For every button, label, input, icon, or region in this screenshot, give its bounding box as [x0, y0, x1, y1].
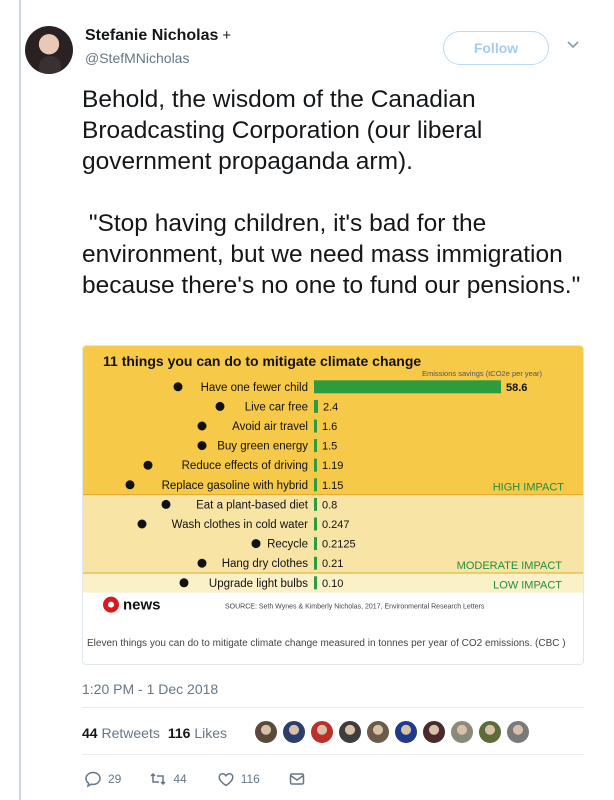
liker-avatar[interactable] [506, 720, 530, 744]
bar [314, 576, 317, 590]
data-label: 0.8 [322, 499, 337, 511]
brand-label: news [123, 597, 161, 614]
category-label: Replace gasoline with hybrid [162, 480, 308, 492]
chart-title: 11 things you can do to mitigate climate… [103, 353, 421, 369]
engagement-stats: 44 Retweets 116 Likes [82, 725, 227, 741]
chart-subtitle: Emissions savings (tCO2e per year) [422, 369, 543, 378]
category-label: Live car free [245, 401, 308, 413]
bar [314, 517, 317, 531]
liker-avatar[interactable] [310, 720, 334, 744]
climate-infographic: 11 things you can do to mitigate climate… [83, 346, 583, 622]
category-label: Have one fewer child [201, 382, 308, 394]
category-label: Recycle [267, 539, 308, 551]
bar [314, 497, 317, 511]
liker-avatar[interactable] [338, 720, 362, 744]
avatar[interactable] [25, 26, 73, 74]
tweet-text: Behold, the wisdom of the Canadian Broad… [82, 86, 581, 299]
data-label: 0.10 [322, 578, 343, 590]
category-label: Hang dry clothes [222, 558, 309, 570]
category-label: Reduce effects of driving [182, 460, 308, 472]
data-label: 1.15 [322, 480, 343, 492]
category-icon [179, 578, 189, 588]
tweet-timestamp[interactable]: 1:20 PM - 1 Dec 2018 [82, 681, 218, 697]
liker-avatar[interactable] [366, 720, 390, 744]
liker-avatar[interactable] [394, 720, 418, 744]
category-label: Buy green energy [217, 441, 308, 453]
retweet-icon [150, 772, 166, 786]
reply-icon [85, 771, 101, 788]
category-icon [161, 499, 171, 509]
data-label: 2.4 [323, 401, 338, 413]
card-caption: Eleven things you can do to mitigate cli… [87, 638, 566, 649]
follow-button[interactable]: Follow [443, 31, 549, 65]
data-label: 1.19 [322, 460, 343, 472]
category-label: Eat a plant-based diet [196, 499, 309, 511]
group-label: LOW IMPACT [493, 580, 562, 592]
category-label: Avoid air travel [232, 421, 308, 433]
liker-avatar[interactable] [282, 720, 306, 744]
retweets-stat[interactable]: 44 Retweets [82, 725, 160, 741]
group-label: MODERATE IMPACT [457, 560, 563, 572]
retweet-count: 44 [173, 772, 187, 786]
like-action[interactable]: 116 [217, 770, 260, 788]
author-handle[interactable]: @StefMNicholas [85, 50, 189, 66]
author-symbol: + [222, 27, 232, 44]
cbc-gem-center [108, 601, 114, 608]
bar [314, 419, 317, 433]
message-action[interactable] [288, 770, 306, 788]
data-label: 1.5 [322, 441, 337, 453]
bar [314, 399, 318, 413]
message-icon [289, 773, 305, 785]
data-label: 0.247 [322, 519, 350, 531]
liker-avatar[interactable] [422, 720, 446, 744]
category-icon [173, 382, 183, 392]
category-icon [251, 539, 261, 549]
divider [82, 707, 584, 708]
liker-avatar[interactable] [254, 720, 278, 744]
category-icon [197, 441, 207, 451]
data-label: 1.6 [322, 421, 337, 433]
chevron-down-icon[interactable] [565, 36, 581, 52]
bar [314, 458, 317, 472]
category-icon [143, 460, 153, 470]
bar [314, 537, 317, 551]
divider [82, 754, 584, 755]
liker-avatar[interactable] [450, 720, 474, 744]
bar [314, 478, 317, 492]
like-count: 116 [240, 772, 260, 786]
reply-count: 29 [108, 772, 122, 786]
likes-stat[interactable]: 116 Likes [168, 725, 227, 741]
category-label: Wash clothes in cold water [172, 519, 309, 531]
liker-avatars [254, 720, 534, 744]
data-label: 58.6 [506, 382, 527, 394]
category-label: Upgrade light bulbs [209, 578, 308, 590]
liker-avatar[interactable] [478, 720, 502, 744]
source-label: SOURCE: Seth Wynes & Kimberly Nicholas, … [225, 604, 485, 611]
category-icon [197, 558, 207, 568]
group-label: HIGH IMPACT [493, 482, 565, 494]
bar [314, 380, 501, 394]
category-icon [197, 421, 207, 431]
author-name[interactable]: Stefanie Nicholas + [85, 27, 231, 45]
reply-action[interactable]: 29 [84, 770, 121, 788]
data-label: 0.2125 [322, 539, 356, 551]
data-label: 0.21 [322, 558, 343, 570]
thread-line [19, 0, 21, 800]
heart-icon [218, 773, 234, 787]
retweet-action[interactable]: 44 [149, 770, 187, 788]
bar [314, 556, 317, 570]
category-icon [215, 401, 225, 411]
bar [314, 439, 317, 453]
tweet-actions: 29 44 116 [82, 770, 306, 788]
category-icon [137, 519, 147, 529]
category-icon [125, 480, 135, 490]
media-card[interactable]: 11 things you can do to mitigate climate… [82, 345, 584, 665]
